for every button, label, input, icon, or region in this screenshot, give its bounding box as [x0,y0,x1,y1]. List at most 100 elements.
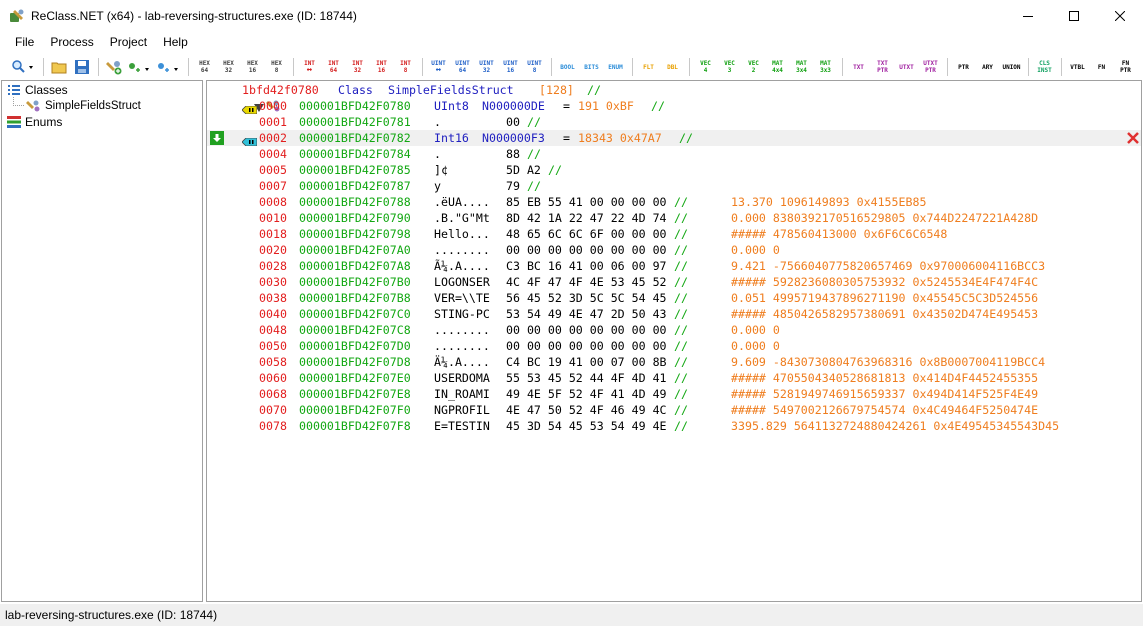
row-hex-bytes[interactable]: 85 EB 55 41 00 00 00 00 [506,194,667,210]
type-button-union[interactable]: UNION [1000,56,1023,78]
class-name[interactable]: SimpleFieldsStruct [388,82,514,98]
row-offset[interactable]: 0005 [259,162,287,178]
type-button-vec-3[interactable]: VEC 3 [718,56,741,78]
row-address[interactable]: 000001BFD42F07A8 [299,258,411,274]
row-hex-bytes[interactable]: C4 BC 19 41 00 07 00 8B [506,354,667,370]
row-hex-bytes[interactable]: 8D 42 1A 22 47 22 4D 74 [506,210,667,226]
type-button-mat-3x3[interactable]: MAT 3x3 [814,56,837,78]
row-hex-bytes[interactable]: 00 00 00 00 00 00 00 00 [506,242,667,258]
row-hex-bytes[interactable]: 00 [506,114,520,130]
row-ascii[interactable]: STING-PC [434,306,490,322]
row-interpretation[interactable]: ##### 4850426582957380691 0x43502D474E49… [731,306,1038,322]
type-button-vec-2[interactable]: VEC 2 [742,56,765,78]
type-button-utxt[interactable]: UTXT [895,56,918,78]
type-button-vec-4[interactable]: VEC 4 [694,56,717,78]
type-button-uint-8[interactable]: UINT 8 [523,56,546,78]
row-address[interactable]: 000001BFD42F0784 [299,146,411,162]
type-button-bits[interactable]: BITS [580,56,603,78]
row-comment[interactable]: // [674,210,688,226]
type-button-int-16[interactable]: INT 16 [370,56,393,78]
type-button-fn[interactable]: FN [1090,56,1113,78]
row-comment[interactable]: // [674,306,688,322]
field-equals[interactable]: = [563,98,570,114]
row-address[interactable]: 000001BFD42F0790 [299,210,411,226]
row-interpretation[interactable]: 9.421 -7566040775820657469 0x97000600411… [731,258,1045,274]
row-interpretation[interactable]: ##### 5928236080305753932 0x5245534E4F47… [731,274,1038,290]
row-offset[interactable]: 0060 [259,370,287,386]
row-comment[interactable]: // [674,354,688,370]
row-ascii[interactable]: E=TESTIN [434,418,490,434]
memory-row[interactable]: 0010 000001BFD42F0790 .B."G"Mt 8D 42 1A 22 … [207,210,1141,226]
row-address[interactable]: 000001BFD42F07D0 [299,338,411,354]
maximize-button[interactable] [1051,0,1097,32]
row-comment[interactable]: // [674,290,688,306]
memory-row[interactable]: 0002 000001BFD42F0782 Int16 N000000F3 = 18343… [207,130,1141,147]
type-button-txt-ptr[interactable]: TXT PTR [871,56,894,78]
row-address[interactable]: 000001BFD42F07E0 [299,370,411,386]
row-interpretation[interactable]: 3395.829 5641132724880424261 0x4E4954534… [731,418,1059,434]
add-class-button[interactable] [103,56,125,78]
row-ascii[interactable]: .B."G"Mt [434,210,490,226]
memory-row[interactable]: 0048 000001BFD42F07C8........ 00 00 00 00 … [207,322,1141,338]
row-offset[interactable]: 0048 [259,322,287,338]
row-hex-bytes[interactable]: 45 3D 54 45 53 54 49 4E [506,418,667,434]
memory-row[interactable]: 0068 000001BFD42F07E8 IN_ROAMI 49 4E 5F 52 … [207,386,1141,402]
type-button-int-32[interactable]: INT 32 [346,56,369,78]
row-comment[interactable]: // [674,274,688,290]
row-hex-bytes[interactable]: 53 54 49 4E 47 2D 50 43 [506,306,667,322]
row-interpretation[interactable]: 13.370 1096149893 0x4155EB85 [731,194,926,210]
row-hex-bytes[interactable]: 5D A2 [506,162,541,178]
memory-row[interactable]: 0000 000001BFD42F0780 UInt8 N000000DE = 191 0… [207,98,1141,115]
row-hex-bytes[interactable]: 88 [506,146,520,162]
row-offset[interactable]: 0030 [259,274,287,290]
memory-row[interactable]: 0007 000001BFD42F0787 y 79 // [207,178,1141,194]
row-hex-bytes[interactable]: 79 [506,178,520,194]
type-button-hex-16[interactable]: HEX 16 [241,56,264,78]
row-interpretation[interactable]: ##### 478560413000 0x6F6C6C6548 [731,226,947,242]
memory-row[interactable]: 0020 000001BFD42F07A0........ 00 00 00 00 … [207,242,1141,258]
row-address[interactable]: 000001BFD42F0781 [299,114,411,130]
memory-row[interactable]: 0004 000001BFD42F0784. 88 // [207,146,1141,162]
row-offset[interactable]: 0040 [259,306,287,322]
type-button-hex-64[interactable]: HEX 64 [193,56,216,78]
row-comment[interactable]: // [548,162,562,178]
type-button-mat-3x4[interactable]: MAT 3x4 [790,56,813,78]
open-project-button[interactable] [48,56,70,78]
type-button-enum[interactable]: ENUM [604,56,627,78]
row-comment[interactable]: // [674,370,688,386]
row-address[interactable]: 000001BFD42F07E8 [299,386,411,402]
row-ascii[interactable]: Ã¼.A.... [434,258,490,274]
row-offset[interactable]: 0010 [259,210,287,226]
type-button-int-64[interactable]: INT 64 [322,56,345,78]
field-name[interactable]: N000000F3 [482,130,545,146]
row-hex-bytes[interactable]: 56 45 52 3D 5C 5C 54 45 [506,290,667,306]
row-ascii[interactable]: y [434,178,441,194]
row-address[interactable]: 000001BFD42F07C0 [299,306,411,322]
row-offset[interactable]: 0020 [259,242,287,258]
row-ascii[interactable]: IN_ROAMI [434,386,490,402]
field-type[interactable]: UInt8 [434,98,469,114]
row-comment[interactable]: // [674,386,688,402]
row-offset[interactable]: 0070 [259,402,287,418]
class-address[interactable]: 1bfd42f0780 [242,82,319,98]
menu-help[interactable]: Help [155,32,196,53]
row-comment[interactable]: // [674,322,688,338]
row-comment[interactable]: // [527,178,541,194]
row-comment[interactable]: // [527,146,541,162]
type-button-cls-inst[interactable]: CLS INST [1033,56,1056,78]
tree-node-enums[interactable]: Enums [6,114,62,130]
row-ascii[interactable]: ........ [434,242,490,258]
type-button-vtbl[interactable]: VTBL [1066,56,1089,78]
type-button-utxt-ptr[interactable]: UTXT PTR [919,56,942,78]
row-comment[interactable]: // [674,402,688,418]
type-button-int-8[interactable]: INT 8 [394,56,417,78]
row-address[interactable]: 000001BFD42F0785 [299,162,411,178]
row-address[interactable]: 000001BFD42F0788 [299,194,411,210]
row-address[interactable]: 000001BFD42F07C8 [299,322,411,338]
row-interpretation[interactable]: 0.000 0 [731,338,780,354]
row-interpretation[interactable]: 9.609 -8430730804763968316 0x8B000700411… [731,354,1045,370]
type-button-hex-8[interactable]: HEX 8 [265,56,288,78]
row-interpretation[interactable]: ##### 5281949746915659337 0x494D414F525F… [731,386,1038,402]
type-button-ary[interactable]: ARY [976,56,999,78]
row-offset[interactable]: 0001 [259,114,287,130]
